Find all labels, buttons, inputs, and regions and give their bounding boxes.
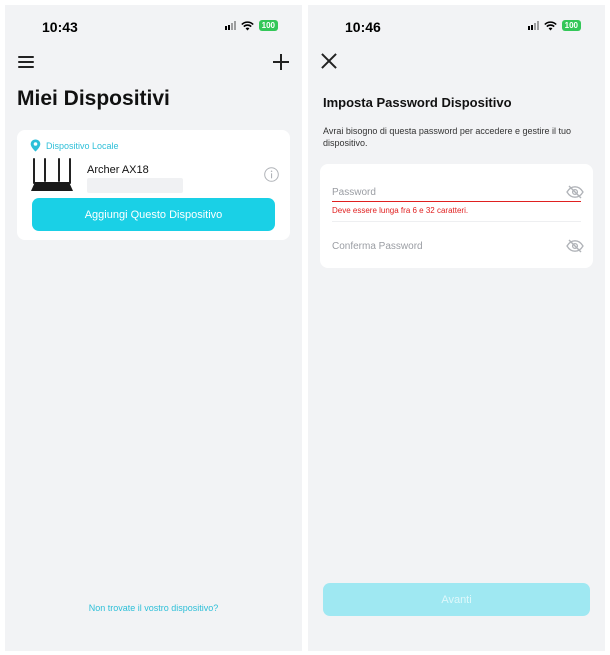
- password-form: Password Deve essere lunga fra 6 e 32 ca…: [320, 164, 593, 268]
- status-icons: 100: [527, 20, 581, 31]
- signal-icon: [224, 21, 236, 30]
- add-device-button[interactable]: Aggiungi Questo Dispositivo: [32, 198, 275, 231]
- set-password-screen: 10:46 100 Imposta Password Dispositivo A…: [308, 5, 605, 651]
- status-time: 10:46: [345, 19, 381, 35]
- password-input[interactable]: Password: [332, 187, 376, 198]
- confirm-password-input[interactable]: Conferma Password: [332, 241, 423, 252]
- eye-off-icon[interactable]: [566, 185, 584, 199]
- status-bar: 10:46 100: [308, 5, 605, 49]
- local-device-card: Dispositivo Locale Archer AX18 Aggiungi …: [17, 130, 290, 240]
- info-icon[interactable]: [264, 167, 279, 182]
- next-button[interactable]: Avanti: [323, 583, 590, 616]
- eye-off-icon[interactable]: [566, 239, 584, 253]
- page-title: Imposta Password Dispositivo: [323, 95, 512, 110]
- password-error-message: Deve essere lunga fra 6 e 32 caratteri.: [332, 206, 469, 215]
- status-bar: 10:43 100: [5, 5, 302, 49]
- close-icon[interactable]: [321, 53, 337, 69]
- field-divider: [332, 221, 581, 222]
- local-device-header: Dispositivo Locale: [30, 139, 119, 152]
- wifi-icon: [240, 20, 254, 30]
- location-pin-icon: [30, 139, 41, 152]
- battery-icon: 100: [561, 20, 581, 31]
- status-time: 10:43: [42, 19, 78, 35]
- signal-icon: [527, 21, 539, 30]
- page-description: Avrai bisogno di questa password per acc…: [323, 126, 571, 148]
- local-device-label: Dispositivo Locale: [46, 140, 119, 151]
- my-devices-screen: 10:43 100 Miei Dispositivi Dispositivo L…: [5, 5, 302, 651]
- status-icons: 100: [224, 20, 278, 31]
- menu-icon[interactable]: [18, 56, 34, 68]
- device-not-found-link[interactable]: Non trovate il vostro dispositivo?: [5, 603, 302, 613]
- device-detail-redacted: [87, 178, 183, 193]
- page-title: Miei Dispositivi: [17, 87, 170, 110]
- router-icon: [31, 158, 73, 191]
- plus-icon[interactable]: [272, 53, 290, 71]
- device-name: Archer AX18: [87, 164, 149, 176]
- battery-icon: 100: [258, 20, 278, 31]
- password-error-underline: [332, 201, 581, 202]
- wifi-icon: [543, 20, 557, 30]
